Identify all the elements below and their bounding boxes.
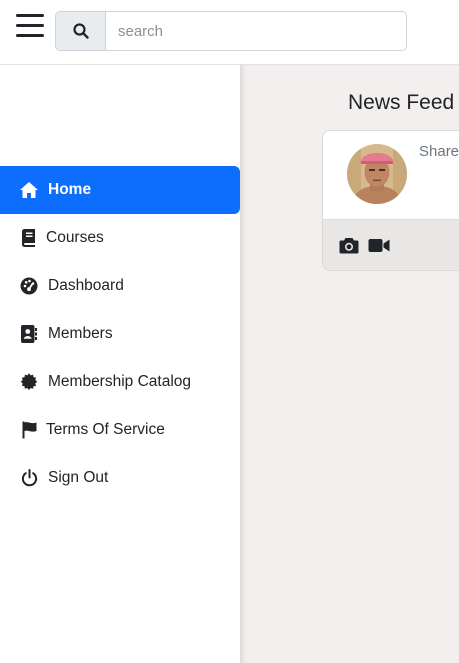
sidebar: Home Courses Dashboard Members Membershi… <box>0 65 240 663</box>
main-content: News Feed Share <box>240 65 459 663</box>
sidebar-item-label: Courses <box>46 229 104 246</box>
video-icon[interactable] <box>368 237 390 259</box>
gauge-icon <box>19 276 39 296</box>
sidebar-item-members[interactable]: Members <box>0 310 240 358</box>
sidebar-item-courses[interactable]: Courses <box>0 214 240 262</box>
avatar[interactable] <box>347 144 407 204</box>
search-icon <box>72 23 89 39</box>
sidebar-nav: Home Courses Dashboard Members Membershi… <box>0 166 240 502</box>
flag-icon <box>19 420 39 440</box>
sidebar-item-label: Sign Out <box>48 469 109 486</box>
sidebar-item-label: Terms Of Service <box>46 421 165 438</box>
sidebar-item-label: Membership Catalog <box>48 373 192 390</box>
top-bar <box>0 0 459 65</box>
menu-toggle-icon[interactable] <box>16 14 44 42</box>
home-icon <box>19 180 39 200</box>
certificate-icon <box>19 372 39 392</box>
book-icon <box>19 228 39 248</box>
share-prompt: Share <box>419 143 459 160</box>
search-button[interactable] <box>56 12 106 50</box>
search-input[interactable] <box>106 12 406 50</box>
sidebar-item-label: Home <box>48 181 92 198</box>
sidebar-item-dashboard[interactable]: Dashboard <box>0 262 240 310</box>
sidebar-item-terms-of-service[interactable]: Terms Of Service <box>0 406 240 454</box>
post-composer[interactable]: Share <box>323 131 459 220</box>
sidebar-item-membership-catalog[interactable]: Membership Catalog <box>0 358 240 406</box>
search-group <box>55 11 407 51</box>
page-title: News Feed <box>348 91 455 114</box>
sidebar-item-label: Dashboard <box>48 277 124 294</box>
address-book-icon <box>19 324 39 344</box>
sidebar-item-label: Members <box>48 325 113 342</box>
post-actions <box>339 237 390 259</box>
camera-icon[interactable] <box>339 237 359 259</box>
create-post-card: Share <box>322 130 459 271</box>
power-icon <box>19 468 39 488</box>
sidebar-item-home[interactable]: Home <box>0 166 240 214</box>
sidebar-item-sign-out[interactable]: Sign Out <box>0 454 240 502</box>
